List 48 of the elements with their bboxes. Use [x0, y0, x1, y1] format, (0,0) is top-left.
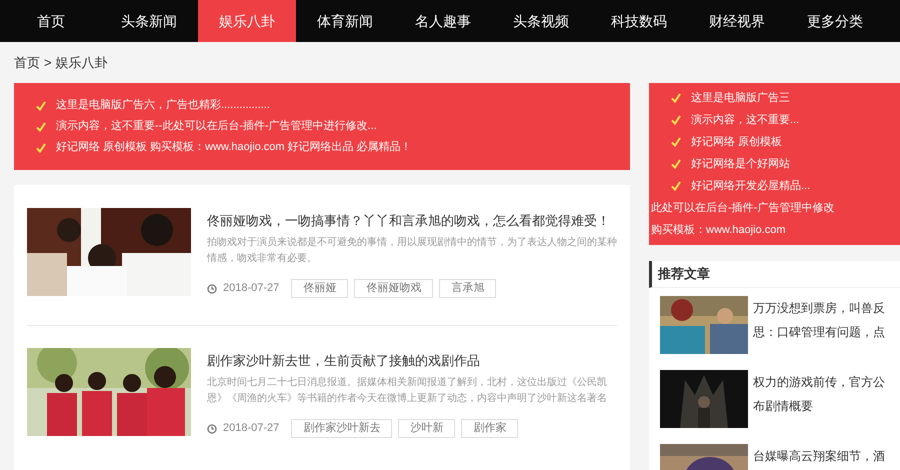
ad-text: 好记网络是个好网站 [691, 156, 790, 172]
article-date: 2018-07-27 [223, 281, 280, 296]
nav-tab[interactable]: 头条新闻 [100, 0, 198, 42]
check-icon [671, 159, 681, 169]
article-title[interactable]: 剧作家沙叶新去世，生前贡献了接触的戏剧作品 [207, 351, 480, 371]
check-icon [671, 181, 681, 191]
tag[interactable]: 剧作家 [461, 419, 518, 438]
check-icon [36, 142, 46, 152]
nav-tab[interactable]: 体育新闻 [296, 0, 394, 42]
ad-text: 好记网络开发必屋精品... [691, 178, 810, 194]
breadcrumb-current: 娱乐八卦 [56, 54, 108, 72]
check-icon [36, 122, 46, 132]
ad-text: 好记网络 原创模板 购买模板：www.haojio.com 好记网络出品 必属精品！ [56, 140, 412, 156]
ad-text: 演示内容，这不重要--此处可以在后台-插件-广告管理中进行修改... [56, 118, 377, 134]
ad-text: 这里是电脑版广告三 [691, 90, 790, 106]
tag[interactable]: 言承旭 [439, 279, 496, 298]
recommended-title[interactable]: 权力的游戏前传，官方公布剧情概要 [753, 370, 888, 428]
nav-tab[interactable]: 头条视频 [492, 0, 590, 42]
nav-tab[interactable]: 娱乐八卦 [198, 0, 296, 42]
ad-text: 此处可以在后台-插件-广告管理中修改 [651, 200, 834, 216]
breadcrumb-link[interactable]: 首页 [14, 52, 40, 72]
check-icon [671, 115, 681, 125]
nav-tab[interactable]: 更多分类 [786, 0, 884, 42]
article-excerpt: 北京时间七月二十七日消息报道。据媒体相关新闻报道了解到，北村，这位出版过《公民凯恩》《周渔的火车》等书籍的作者今天在微博上更新了动态，内容中声明了沙叶新这名著名 [207, 376, 608, 406]
tag[interactable]: 剧作家沙叶新去 [291, 419, 392, 438]
check-icon [671, 137, 681, 147]
article-title[interactable]: 佟丽娅吻戏，一吻搞事情？丫丫和言承旭的吻戏，怎么看都觉得难受！ [207, 211, 610, 231]
tag[interactable]: 佟丽娅 [291, 279, 348, 298]
nav-tab[interactable]: 财经视界 [688, 0, 786, 42]
ad-text: 这里是电脑版广告六，广告也精彩................ [56, 98, 270, 114]
breadcrumb-separator: > [44, 54, 52, 72]
nav-tab[interactable]: 名人趣事 [394, 0, 492, 42]
check-icon [671, 93, 681, 103]
ad-text: 好记网络 原创模板 [691, 134, 782, 150]
section-title: 推荐文章 [658, 265, 710, 284]
article-date: 2018-07-27 [223, 421, 280, 436]
clock-icon [207, 424, 217, 434]
check-icon [36, 100, 46, 110]
clock-icon [207, 284, 217, 294]
recommended-title[interactable]: 台媒曝高云翔案细节，酒 [753, 444, 888, 470]
ad-text: 购买模板：www.haojio.com [651, 222, 786, 238]
ad-text: 演示内容，这不重要... [691, 112, 800, 128]
recommended-title[interactable]: 万万没想到票房，叫兽反思：口碑管理有问题，点 [753, 296, 888, 354]
tag[interactable]: 沙叶新 [398, 419, 456, 438]
tag[interactable]: 佟丽娅吻戏 [354, 279, 434, 298]
nav-tab[interactable]: 科技数码 [590, 0, 688, 42]
article-excerpt: 拍吻戏对于演员来说都是不可避免的事情，用以展现剧情中的情节，为了表达人物之间的某种情感，吻戏非常有必要。 [207, 236, 617, 266]
nav-tab[interactable]: 首页 [2, 0, 100, 42]
